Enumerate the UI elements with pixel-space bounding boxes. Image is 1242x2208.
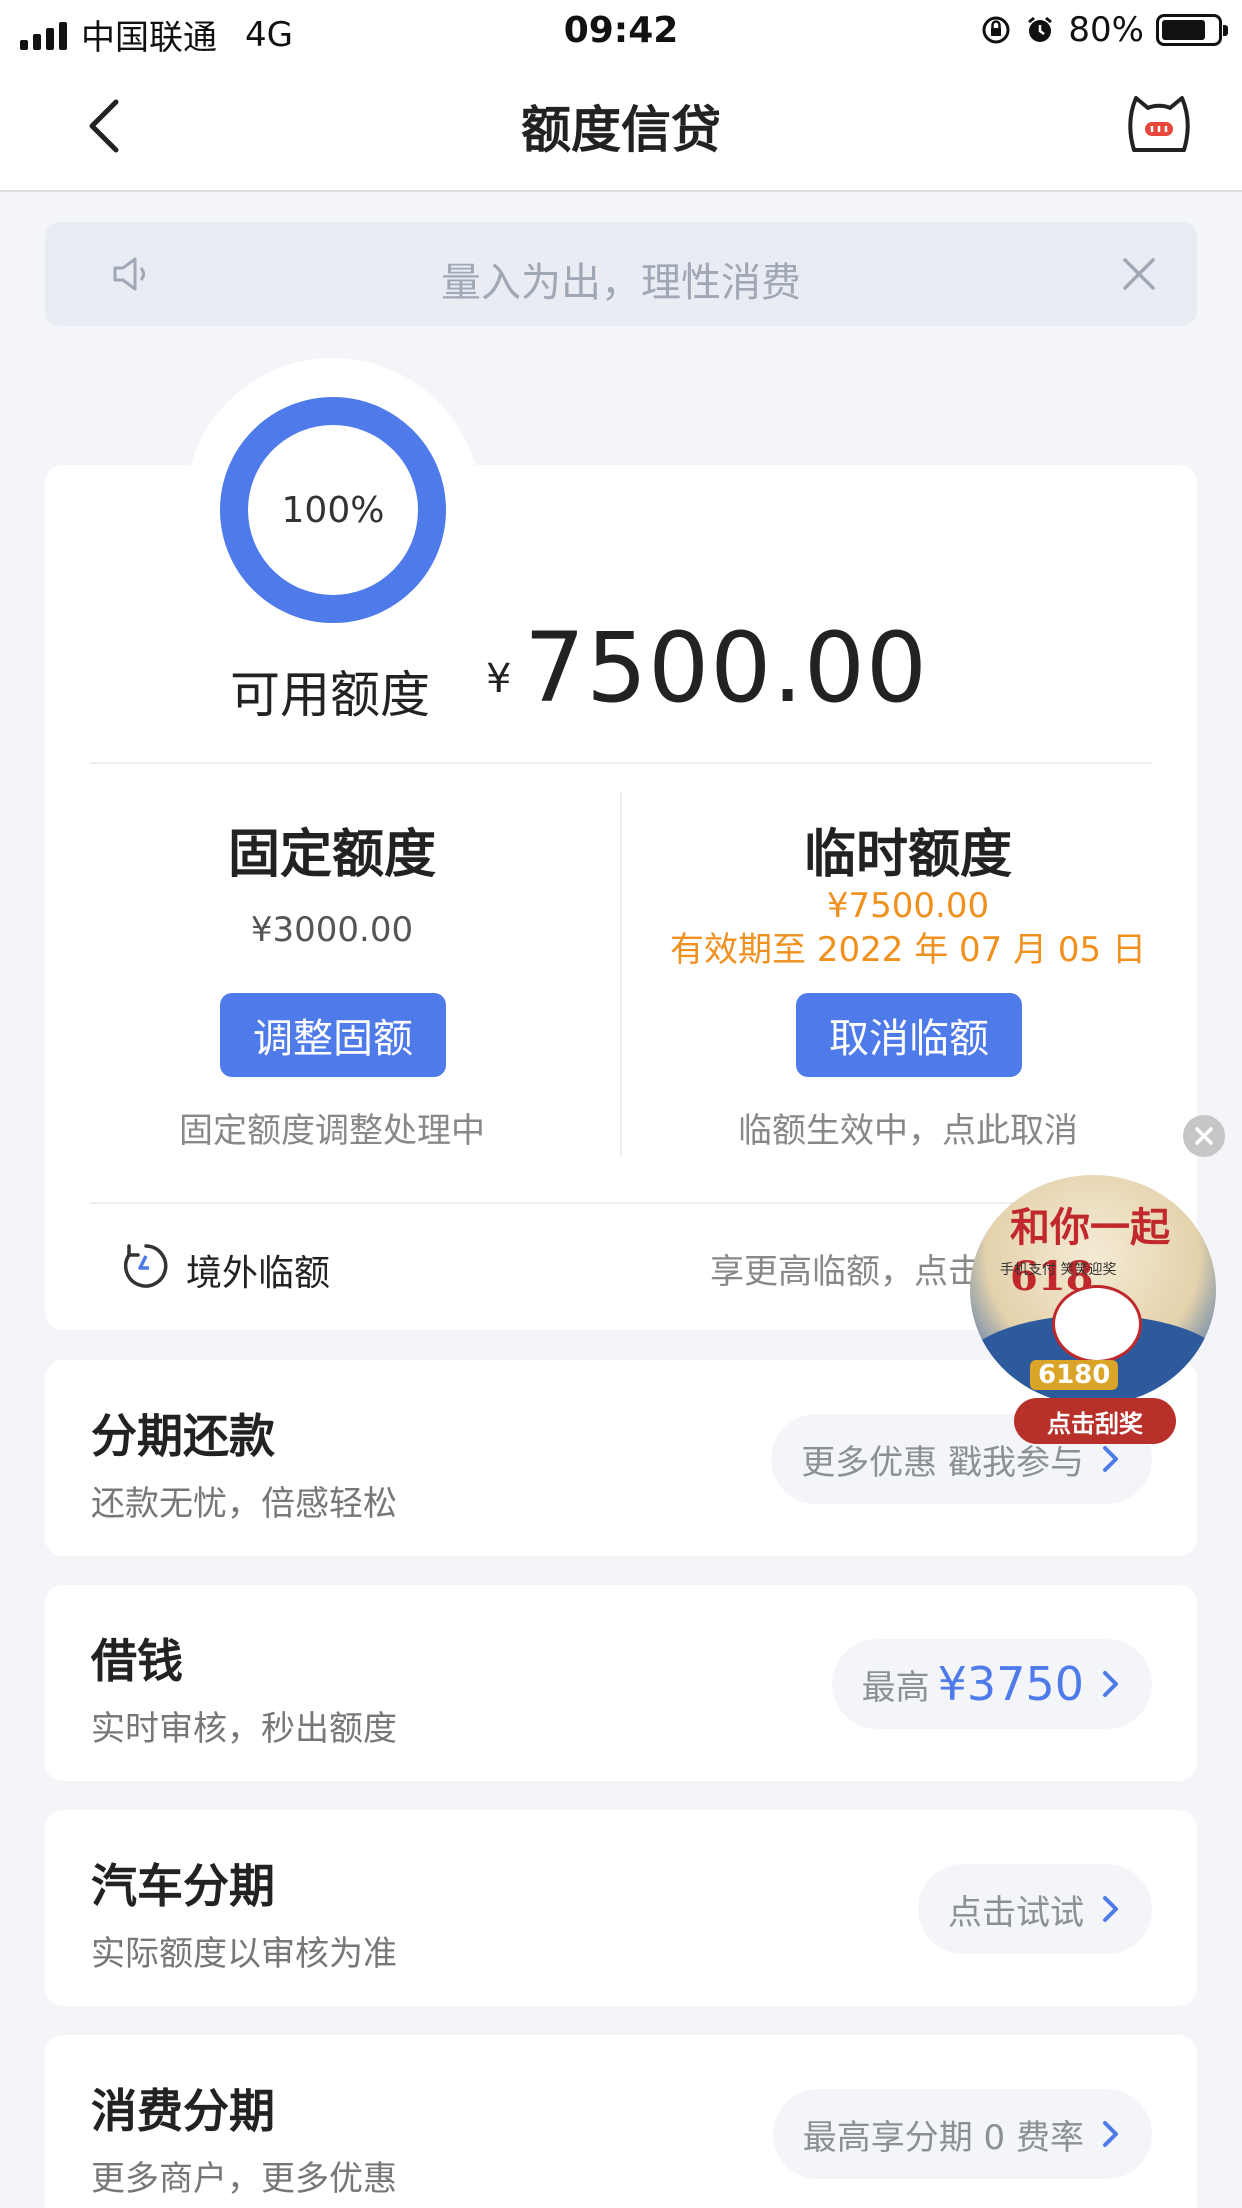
temporary-quota-amount: ¥7500.00 [826, 886, 990, 926]
fixed-quota-status: 固定额度调整处理中 [179, 1111, 485, 1151]
promo-headline: 和你一起618 [1010, 1204, 1170, 1300]
promo-badge[interactable]: 和你一起618 手机支付 笑笑迎奖 6180 [970, 1175, 1216, 1405]
service-action-prefix: 最高 [861, 1667, 930, 1708]
service-row-borrow[interactable]: 借钱 实时审核，秒出额度 最高 ¥3750 [45, 1585, 1197, 1781]
temporary-quota-title: 临时额度 [803, 825, 1012, 885]
service-row-consumer-installment[interactable]: 消费分期 更多商户，更多优惠 最高享分期 0 费率 [45, 2035, 1197, 2208]
temporary-quota-status[interactable]: 临额生效中，点此取消 [628, 1103, 1188, 1152]
service-action-label: 点击试试 [948, 1892, 1084, 1933]
page-title: 额度信贷 [521, 101, 721, 159]
service-action-pill[interactable]: 最高享分期 0 费率 [772, 2089, 1152, 2179]
status-right: 80% [980, 10, 1228, 50]
close-icon [1195, 1127, 1213, 1145]
service-subtitle: 实际额度以审核为准 [91, 1934, 397, 1974]
close-icon[interactable] [1119, 254, 1159, 294]
service-title: 分期还款 [91, 1409, 275, 1463]
notice-text: 量入为出，理性消费 [441, 260, 801, 306]
usage-percent: 100% [281, 489, 385, 531]
service-action-amount: ¥3750 [937, 1657, 1084, 1711]
overseas-clock-icon [123, 1244, 168, 1288]
service-subtitle: 还款无忧，倍感轻松 [91, 1484, 397, 1524]
battery-icon [1156, 14, 1228, 46]
divider [90, 1202, 1152, 1204]
overseas-quota-label[interactable]: 境外临额 [186, 1244, 330, 1296]
status-bar: 中国联通 4G 09:42 80% [0, 0, 1242, 62]
service-subtitle: 更多商户，更多优惠 [91, 2159, 397, 2199]
promo-tag: 6180 [1030, 1360, 1119, 1390]
temporary-quota-validity: 有效期至 2022 年 07 月 05 日 [670, 930, 1146, 970]
usage-ring: 100% [220, 397, 446, 623]
battery-percent: 80% [1068, 10, 1144, 50]
promo-subline: 手机支付 笑笑迎奖 [1000, 1262, 1117, 1278]
mascot-cat-icon[interactable] [1124, 90, 1194, 160]
chevron-right-icon [1103, 1446, 1118, 1472]
divider [90, 762, 1152, 764]
service-action-pill[interactable]: 点击试试 [918, 1864, 1152, 1954]
notice-banner: 量入为出，理性消费 [45, 222, 1197, 326]
chevron-right-icon [1103, 1671, 1118, 1697]
available-amount: 7500.00 [524, 612, 928, 724]
nav-bar: 额度信贷 [0, 62, 1242, 192]
temporary-quota-section: 临时额度 [628, 812, 1188, 887]
service-action-label: 最高享分期 0 费率 [802, 2117, 1084, 2158]
service-title: 消费分期 [91, 2084, 275, 2138]
cancel-temporary-quota-button[interactable]: 取消临额 [796, 993, 1022, 1077]
promo-close-button[interactable] [1183, 1115, 1225, 1157]
alarm-icon [1028, 16, 1053, 42]
scratch-prize-button[interactable]: 点击刮奖 [1014, 1398, 1176, 1444]
fixed-quota-amount: ¥3000.00 [250, 910, 414, 950]
service-row-auto-installment[interactable]: 汽车分期 实际额度以审核为准 点击试试 [45, 1810, 1197, 2006]
adjust-fixed-quota-button[interactable]: 调整固额 [220, 993, 446, 1077]
promo-mascot-graphic [1052, 1285, 1142, 1363]
available-label: 可用额度 [230, 666, 430, 724]
chevron-right-icon [1103, 2121, 1118, 2147]
service-subtitle: 实时审核，秒出额度 [91, 1709, 397, 1749]
service-action-pill[interactable]: 最高 ¥3750 [831, 1639, 1152, 1729]
divider-vertical [620, 792, 622, 1157]
fixed-quota-title: 固定额度 [227, 825, 436, 885]
available-currency: ¥ [486, 656, 512, 702]
service-title: 汽车分期 [91, 1859, 275, 1913]
overseas-quota-hint[interactable]: 享更高临额，点击 [710, 1244, 982, 1293]
fixed-quota-section: 固定额度 [52, 812, 612, 887]
rotation-lock-icon [982, 16, 1010, 44]
chevron-right-icon [1103, 1896, 1118, 1922]
service-title: 借钱 [91, 1634, 183, 1688]
